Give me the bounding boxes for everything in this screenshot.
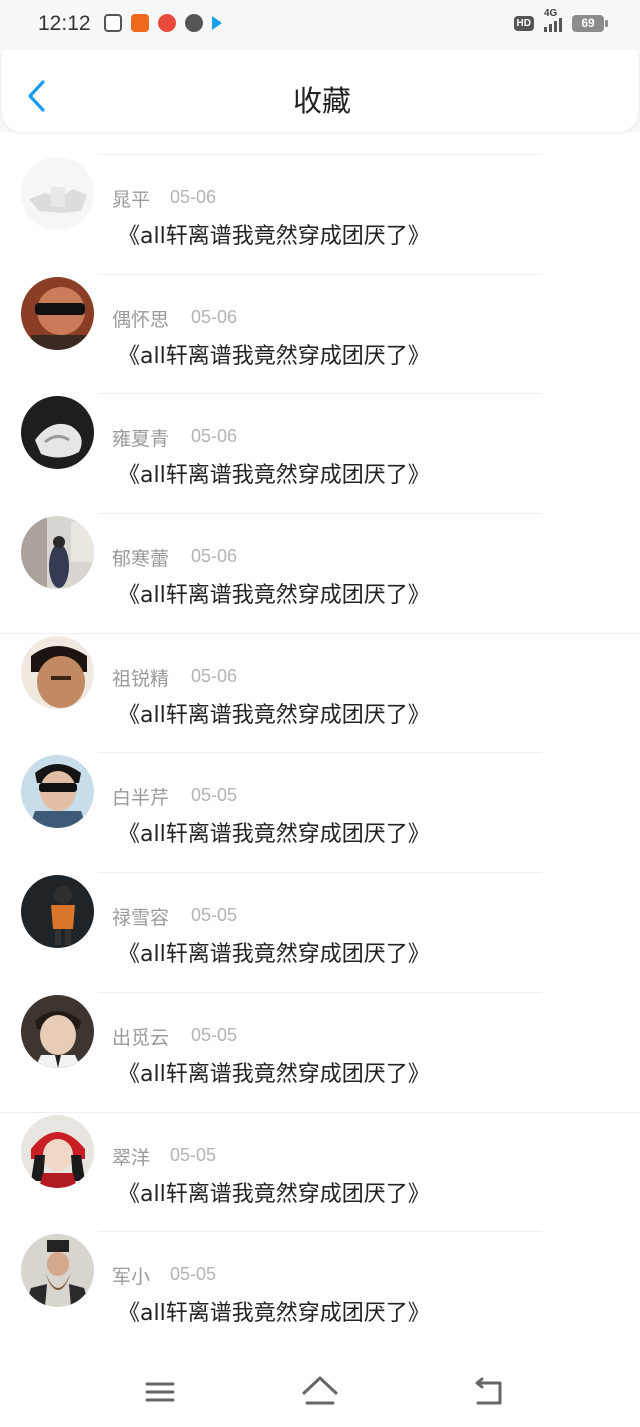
header: 收藏 — [0, 50, 640, 132]
user-name: 出觅云 — [112, 1026, 170, 1049]
item-title[interactable]: 《all轩离谱我竟然穿成团厌了》 — [118, 936, 430, 968]
signal-icon: 4G — [544, 8, 562, 32]
list-item[interactable]: 雍夏青 05-06 《all轩离谱我竟然穿成团厌了》 — [0, 371, 640, 491]
user-name: 翠洋 — [112, 1146, 151, 1169]
divider — [0, 632, 640, 634]
divider — [98, 991, 542, 993]
taobao-notification-icon — [131, 14, 149, 32]
item-title[interactable]: 《all轩离谱我竟然穿成团厌了》 — [118, 697, 430, 729]
user-name: 晁平 — [112, 189, 151, 211]
divider — [98, 273, 542, 275]
avatar[interactable] — [21, 396, 94, 470]
item-title[interactable]: 《all轩离谱我竟然穿成团厌了》 — [118, 457, 430, 489]
user-name: 郁寒蕾 — [112, 548, 170, 571]
avatar[interactable] — [21, 635, 94, 709]
list-item[interactable]: 出觅云 05-05 《all轩离谱我竟然穿成团厌了》 — [0, 970, 640, 1090]
item-date: 05-06 — [191, 306, 238, 327]
page-title: 收藏 — [292, 84, 351, 118]
app-notification-icon — [104, 14, 122, 32]
user-name: 祖锐精 — [112, 667, 170, 690]
divider — [98, 513, 542, 515]
home-icon — [302, 1376, 338, 1405]
item-date: 05-05 — [170, 1264, 217, 1285]
menu-button[interactable] — [140, 1372, 180, 1412]
list-item[interactable]: 禄雪容 05-05 《all轩离谱我竟然穿成团厌了》 — [0, 850, 640, 970]
status-time: 12:12 — [38, 12, 91, 35]
back-nav-button[interactable] — [468, 1372, 508, 1412]
network-type: 4G — [544, 8, 558, 19]
list-item[interactable]: 偶怀思 05-06 《all轩离谱我竟然穿成团厌了》 — [0, 252, 640, 372]
avatar[interactable] — [21, 157, 94, 230]
divider — [98, 393, 542, 395]
item-date: 05-05 — [191, 1024, 238, 1045]
header-card: 收藏 — [2, 50, 638, 132]
hd-icon: HD — [513, 15, 534, 31]
favorites-list: 晁平 05-06 《all轩离谱我竟然穿成团厌了》 偶怀思 05-06 《all… — [0, 132, 640, 1329]
user-name: 军小 — [112, 1266, 151, 1289]
menu-icon — [145, 1382, 175, 1402]
list-item[interactable]: 晁平 05-06 《all轩离谱我竟然穿成团厌了》 — [0, 132, 640, 252]
user-name: 偶怀思 — [112, 308, 170, 331]
divider — [98, 1231, 542, 1233]
avatar[interactable] — [21, 1234, 94, 1308]
user-name: 禄雪容 — [112, 907, 170, 930]
list-item[interactable]: 郁寒蕾 05-06 《all轩离谱我竟然穿成团厌了》 — [0, 491, 640, 611]
weibo-notification-icon — [158, 14, 176, 32]
item-date: 05-06 — [191, 546, 238, 567]
item-date: 05-05 — [191, 785, 238, 806]
status-bar: 12:12 HD 4G 69 — [0, 0, 640, 50]
system-icons: HD 4G 69 — [513, 8, 608, 32]
item-date: 05-06 — [170, 187, 217, 207]
user-name: 雍夏青 — [112, 428, 170, 451]
list-item[interactable]: 军小 05-05 《all轩离谱我竟然穿成团厌了》 — [0, 1209, 640, 1329]
item-title[interactable]: 《all轩离谱我竟然穿成团厌了》 — [118, 218, 430, 250]
item-date: 05-06 — [191, 426, 238, 447]
divider — [98, 154, 542, 155]
user-name: 白半芹 — [112, 787, 170, 810]
battery-icon: 69 — [572, 14, 608, 32]
home-button[interactable] — [300, 1372, 340, 1412]
item-title[interactable]: 《all轩离谱我竟然穿成团厌了》 — [118, 816, 430, 848]
avatar[interactable] — [21, 276, 94, 350]
avatar[interactable] — [21, 516, 94, 590]
item-title[interactable]: 《all轩离谱我竟然穿成团厌了》 — [118, 1056, 430, 1088]
avatar[interactable] — [21, 875, 94, 949]
list-item[interactable]: 白半芹 05-05 《all轩离谱我竟然穿成团厌了》 — [0, 730, 640, 850]
play-notification-icon — [212, 16, 222, 30]
item-date: 05-05 — [170, 1144, 217, 1165]
list-item[interactable]: 翠洋 05-05 《all轩离谱我竟然穿成团厌了》 — [0, 1090, 640, 1210]
message-notification-icon — [185, 14, 203, 32]
divider — [98, 752, 542, 754]
item-title[interactable]: 《all轩离谱我竟然穿成团厌了》 — [118, 1295, 430, 1327]
return-icon — [475, 1377, 502, 1405]
avatar[interactable] — [21, 994, 94, 1068]
item-title[interactable]: 《all轩离谱我竟然穿成团厌了》 — [118, 577, 430, 609]
item-title[interactable]: 《all轩离谱我竟然穿成团厌了》 — [118, 1176, 430, 1208]
system-nav-bar — [0, 1357, 640, 1427]
item-date: 05-05 — [191, 905, 238, 926]
avatar[interactable] — [21, 755, 94, 829]
item-date: 05-06 — [191, 665, 238, 686]
list-item[interactable]: 祖锐精 05-06 《all轩离谱我竟然穿成团厌了》 — [0, 611, 640, 731]
divider — [98, 872, 542, 874]
avatar[interactable] — [21, 1114, 94, 1188]
divider — [0, 1111, 640, 1113]
item-title[interactable]: 《all轩离谱我竟然穿成团厌了》 — [118, 338, 430, 370]
notification-icons — [104, 14, 222, 32]
